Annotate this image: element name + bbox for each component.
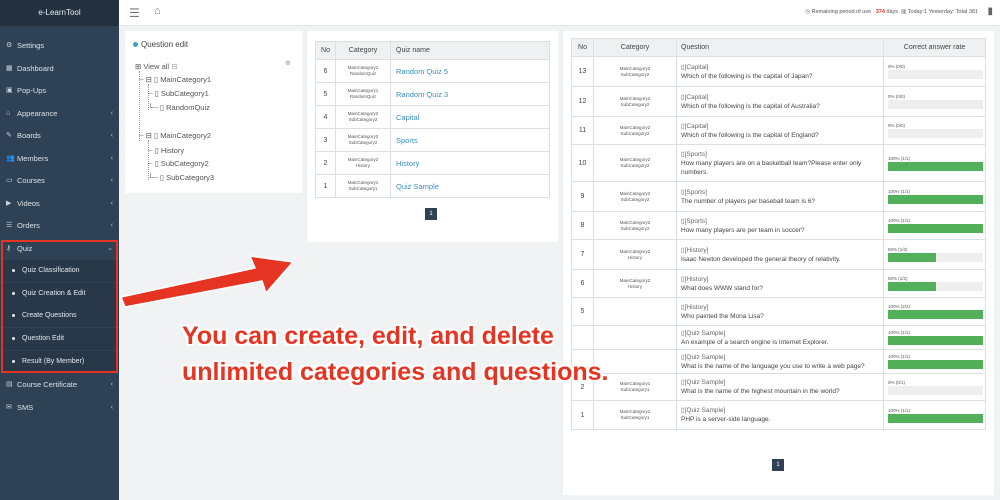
callout-arrow xyxy=(119,255,295,308)
callout-line-1: You can create, edit, and delete xyxy=(182,322,554,350)
callout-line-2: unlimited categories and questions. xyxy=(182,358,609,386)
callout-text: You can create, edit, and delete unlimit… xyxy=(182,318,702,390)
arrow-shape xyxy=(119,255,295,308)
